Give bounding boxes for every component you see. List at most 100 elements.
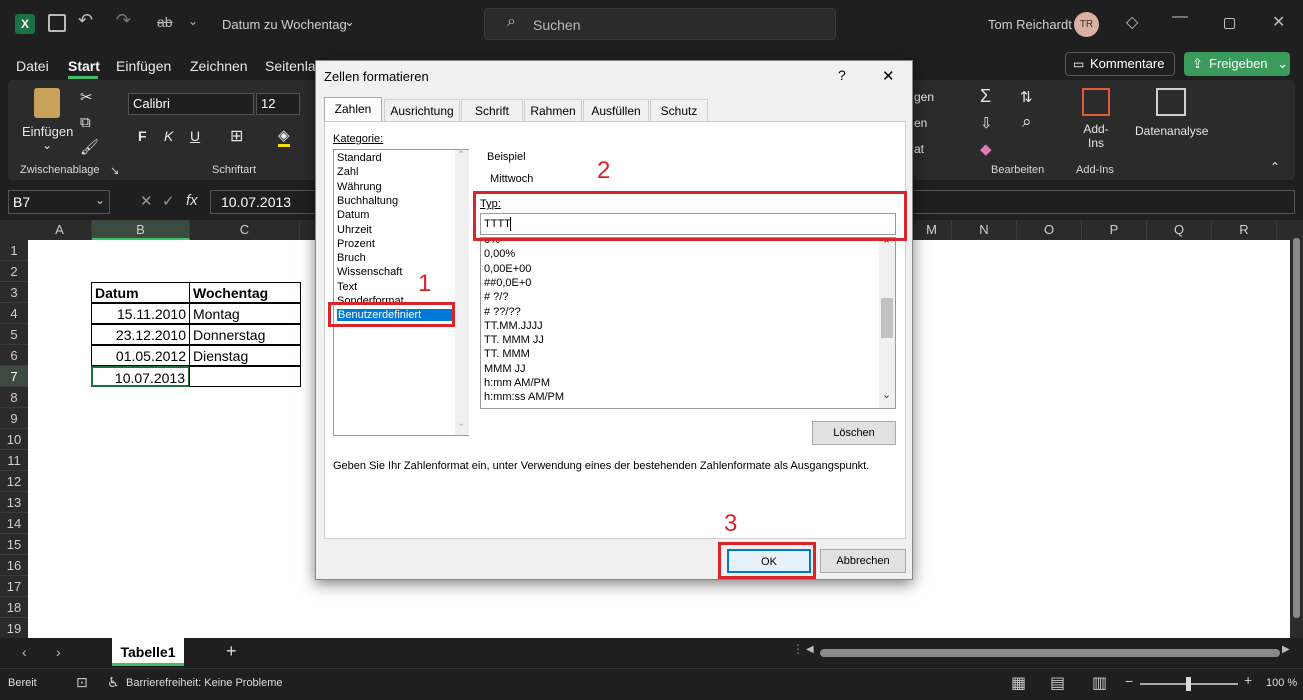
autosum-icon[interactable]: Σ: [980, 86, 991, 107]
macro-record-icon[interactable]: ⊡: [76, 674, 88, 691]
column-header-b[interactable]: B: [92, 220, 190, 240]
menu-datei[interactable]: Datei: [16, 58, 49, 74]
column-header-n[interactable]: N: [952, 220, 1017, 240]
confirm-entry-icon[interactable]: ✓: [162, 192, 175, 210]
dialog-help-button[interactable]: ?: [838, 67, 846, 83]
tab-ausrichtung[interactable]: Ausrichtung: [384, 99, 460, 121]
cell-b7[interactable]: 10.07.2013: [91, 366, 190, 387]
save-icon[interactable]: [48, 14, 66, 32]
type-list-item[interactable]: # ?/?: [484, 291, 508, 303]
type-list-item[interactable]: 0,00E+00: [484, 263, 531, 275]
add-sheet-icon[interactable]: +: [226, 641, 237, 662]
vertical-scroll-thumb[interactable]: [1293, 238, 1300, 618]
menu-seitenlayout[interactable]: Seitenlay: [265, 58, 323, 74]
column-header-a[interactable]: A: [28, 220, 92, 240]
type-scroll-down-icon[interactable]: ⌄: [882, 388, 891, 401]
row-header[interactable]: 18: [0, 597, 28, 618]
zoom-out-icon[interactable]: −: [1125, 673, 1133, 689]
restore-icon[interactable]: [1224, 18, 1235, 29]
menu-einfuegen[interactable]: Einfügen: [116, 58, 171, 74]
border-icon[interactable]: ⊞: [230, 126, 243, 146]
cell-b6[interactable]: 01.05.2012: [91, 345, 190, 366]
type-list[interactable]: 0% 0,00% 0,00E+00 ##0,0E+0 # ?/? # ??/?? TT.MM…: [480, 237, 896, 409]
page-break-view-icon[interactable]: ▥: [1092, 673, 1107, 693]
customize-icon[interactable]: ⌄: [188, 14, 198, 28]
row-header[interactable]: 15: [0, 534, 28, 555]
dialog-close-button[interactable]: ✕: [882, 67, 895, 85]
find-icon[interactable]: ⌕: [1022, 112, 1032, 132]
cell-c6[interactable]: Dienstag: [189, 345, 301, 366]
zoom-in-icon[interactable]: +: [1244, 672, 1252, 688]
row-header[interactable]: 7: [0, 366, 28, 387]
share-dropdown-icon[interactable]: ⌄: [1277, 56, 1288, 71]
category-item[interactable]: Datum: [337, 209, 369, 221]
column-header-r[interactable]: R: [1212, 220, 1277, 240]
row-header[interactable]: 12: [0, 471, 28, 492]
document-title[interactable]: Datum zu Wochentag: [222, 17, 347, 32]
cancel-button[interactable]: Abbrechen: [820, 549, 906, 573]
addins-button[interactable]: Add-Ins: [1081, 122, 1111, 150]
scroll-left-icon[interactable]: ◀: [806, 644, 814, 655]
row-header[interactable]: 5: [0, 324, 28, 345]
strikethrough-icon[interactable]: ab: [157, 14, 173, 30]
font-name-select[interactable]: Calibri: [128, 93, 254, 115]
fill-down-icon[interactable]: ⇩: [980, 114, 993, 132]
column-header-p[interactable]: P: [1082, 220, 1147, 240]
accessibility-icon[interactable]: ♿: [107, 674, 120, 691]
tab-schrift[interactable]: Schrift: [461, 99, 523, 121]
ribbon-fragment-3[interactable]: at: [914, 142, 924, 156]
category-scroll-up-icon[interactable]: ⌃: [457, 150, 465, 161]
cell-b4[interactable]: 15.11.2010: [91, 303, 190, 324]
cell-c4[interactable]: Montag: [189, 303, 301, 324]
fill-color-icon[interactable]: ◈: [278, 126, 290, 147]
cell-c5[interactable]: Donnerstag: [189, 324, 301, 345]
row-header[interactable]: 19: [0, 618, 28, 639]
paste-icon[interactable]: [34, 88, 60, 118]
sheet-tab-tabelle1[interactable]: Tabelle1: [112, 638, 184, 666]
row-header[interactable]: 1: [0, 240, 28, 261]
tab-schutz[interactable]: Schutz: [650, 99, 708, 121]
minimize-icon[interactable]: —: [1172, 8, 1188, 26]
cell-c3[interactable]: Wochentag: [189, 282, 301, 303]
title-dropdown-icon[interactable]: ⌄: [344, 14, 355, 30]
zoom-slider-thumb[interactable]: [1186, 677, 1191, 691]
addins-icon[interactable]: [1082, 88, 1110, 116]
type-list-item[interactable]: h:mm:ss AM/PM: [484, 391, 564, 403]
row-header[interactable]: 4: [0, 303, 28, 324]
column-header-m[interactable]: M: [912, 220, 952, 240]
category-item[interactable]: Uhrzeit: [337, 224, 372, 236]
type-list-scrollbar[interactable]: ⌃ ⌄: [879, 238, 895, 408]
category-item[interactable]: Buchhaltung: [337, 195, 398, 207]
category-item[interactable]: Währung: [337, 181, 382, 193]
category-scroll-down-icon[interactable]: ⌄: [457, 418, 465, 429]
zoom-level[interactable]: 100 %: [1266, 677, 1297, 689]
type-list-item[interactable]: ##0,0E+0: [484, 277, 531, 289]
tab-rahmen[interactable]: Rahmen: [524, 99, 582, 121]
row-header[interactable]: 8: [0, 387, 28, 408]
next-sheet-icon[interactable]: ›: [56, 644, 61, 660]
paste-dropdown-icon[interactable]: ⌄: [42, 138, 52, 152]
bold-button[interactable]: F: [138, 128, 147, 144]
user-name[interactable]: Tom Reichardt: [988, 17, 1072, 32]
row-header[interactable]: 17: [0, 576, 28, 597]
ribbon-collapse-icon[interactable]: ⌃: [1270, 160, 1280, 174]
category-item[interactable]: Prozent: [337, 238, 375, 250]
row-header[interactable]: 11: [0, 450, 28, 471]
clipboard-launcher-icon[interactable]: ↘: [110, 164, 119, 177]
sort-icon[interactable]: ⇅: [1020, 88, 1033, 106]
row-header[interactable]: 3: [0, 282, 28, 303]
copy-icon[interactable]: ⧉: [80, 114, 91, 131]
category-item[interactable]: Wissenschaft: [337, 266, 402, 278]
ribbon-fragment-2[interactable]: en: [914, 116, 927, 130]
horizontal-scrollbar[interactable]: ◀ ▶: [806, 644, 1290, 658]
category-scrollbar[interactable]: ⌃ ⌄: [455, 150, 469, 435]
type-list-item[interactable]: TT. MMM: [484, 348, 530, 360]
tab-ausfuellen[interactable]: Ausfüllen: [583, 99, 649, 121]
category-item[interactable]: Zahl: [337, 166, 358, 178]
prev-sheet-icon[interactable]: ‹: [22, 644, 27, 660]
row-header[interactable]: 14: [0, 513, 28, 534]
type-list-item[interactable]: TT. MMM JJ: [484, 334, 544, 346]
cancel-entry-icon[interactable]: ✕: [140, 192, 153, 210]
cell-b3[interactable]: Datum: [91, 282, 190, 303]
ribbon-fragment-1[interactable]: gen: [914, 90, 934, 104]
